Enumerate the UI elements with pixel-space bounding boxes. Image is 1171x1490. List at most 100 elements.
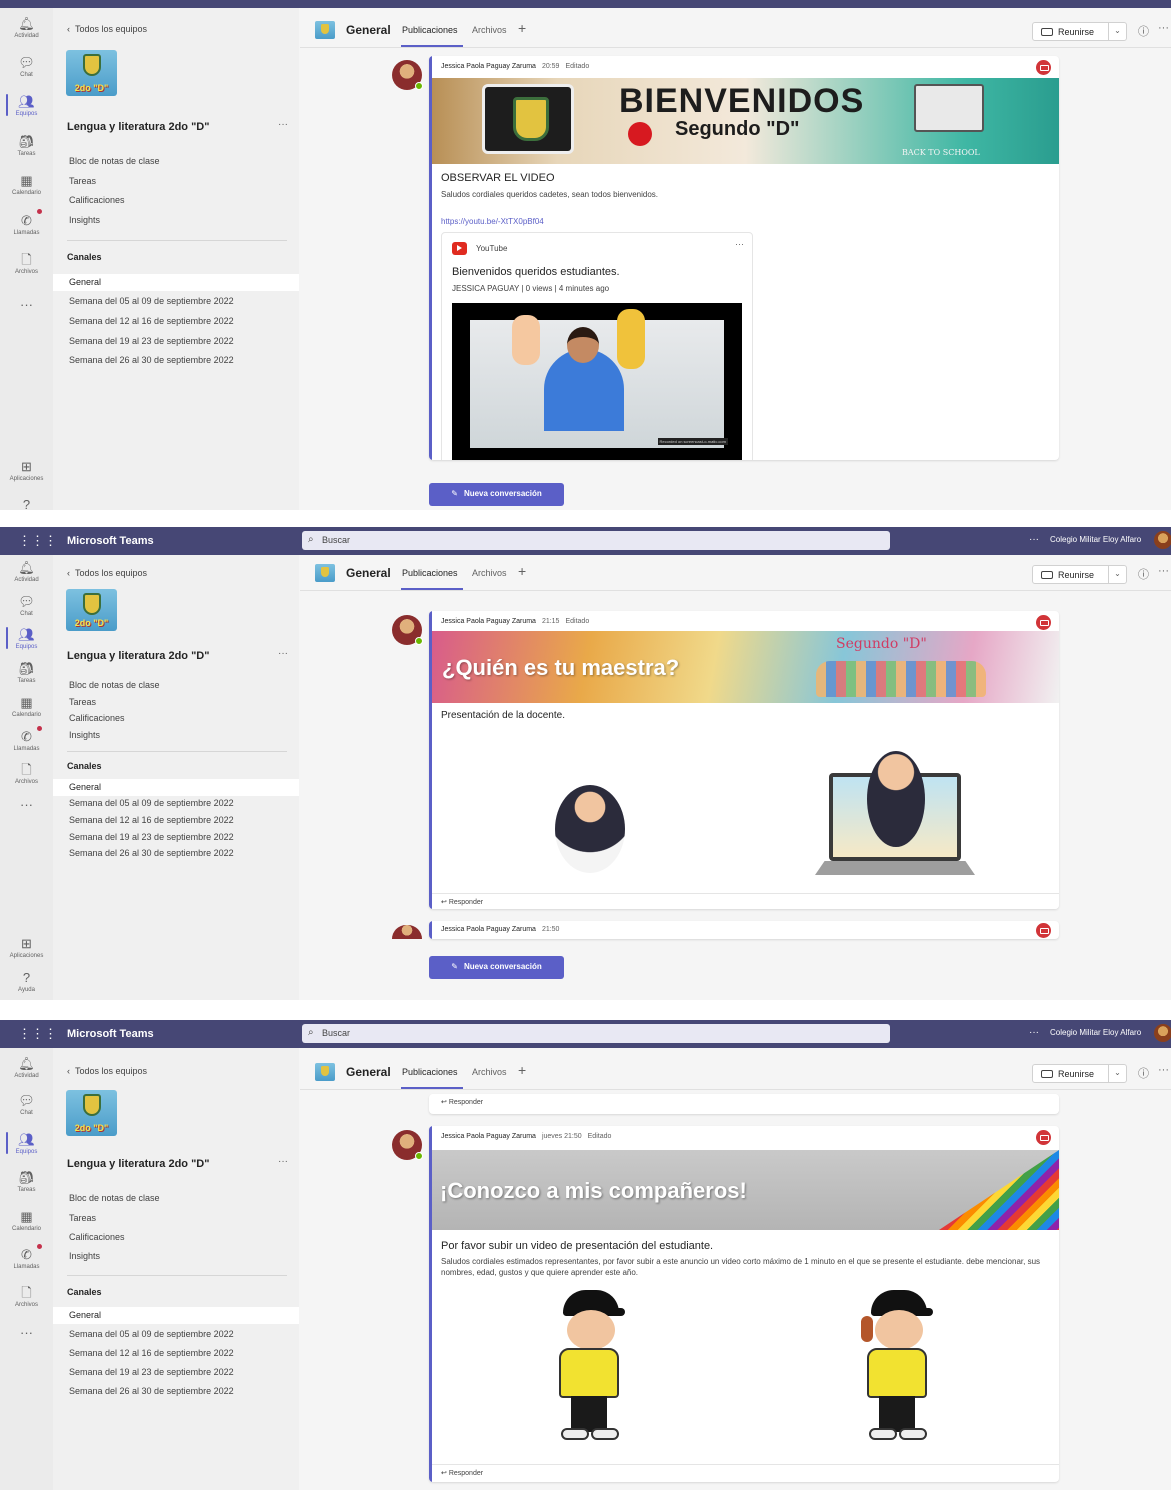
video-link[interactable]: https://youtu.be/-XtTX0pBf04 <box>441 217 544 226</box>
rail-teams[interactable]: 👥︎ Equipos <box>0 1133 53 1156</box>
back-to-teams[interactable]: ‹ Todos los equipos <box>67 1066 147 1076</box>
rail-files[interactable]: 🗋︎ Archivos <box>0 1286 53 1309</box>
new-conversation-button[interactable]: ✎ Nueva conversación <box>429 483 564 506</box>
channel-week-2[interactable]: Semana del 12 al 16 de septiembre 2022 <box>53 313 299 330</box>
search-input[interactable]: ⌕ Buscar <box>302 1024 890 1043</box>
avatar[interactable] <box>392 925 422 939</box>
rail-apps[interactable]: ⊞ Aplicaciones <box>0 937 53 960</box>
add-tab-button[interactable]: + <box>518 563 526 579</box>
rail-more[interactable]: ··· <box>0 798 53 812</box>
team-more-button[interactable]: ··· <box>278 119 288 130</box>
meet-dropdown[interactable]: ⌄ <box>1108 566 1126 583</box>
tab-posts[interactable]: Publicaciones <box>402 1067 458 1077</box>
rail-apps[interactable]: ⊞ Aplicaciones <box>0 460 53 483</box>
team-more-button[interactable]: ··· <box>278 648 288 659</box>
rail-assignments[interactable]: 🎒︎ Tareas <box>0 1171 53 1194</box>
rail-activity[interactable]: 🔔︎ Actividad <box>0 17 53 40</box>
rail-calendar[interactable]: ▦ Calendario <box>0 174 53 197</box>
rail-chat[interactable]: 💬︎ Chat <box>0 1094 53 1117</box>
youtube-preview-card[interactable]: YouTube ··· Bienvenidos queridos estudia… <box>441 232 753 460</box>
grades-link[interactable]: Calificaciones <box>69 195 125 205</box>
avatar[interactable] <box>392 615 423 645</box>
channel-more-button[interactable]: ··· <box>1158 22 1169 34</box>
insights-link[interactable]: Insights <box>69 215 100 225</box>
user-avatar[interactable] <box>1154 1024 1171 1042</box>
channel-week-2[interactable]: Semana del 12 al 16 de septiembre 2022 <box>53 812 299 829</box>
rail-calls[interactable]: ✆ Llamadas <box>0 214 53 237</box>
rail-teams[interactable]: 👥︎ Equipos <box>0 628 53 651</box>
tab-files[interactable]: Archivos <box>472 1067 507 1077</box>
channel-week-3[interactable]: Semana del 19 al 23 de septiembre 2022 <box>53 1364 299 1381</box>
card-more-button[interactable]: ··· <box>735 239 744 249</box>
channel-week-4[interactable]: Semana del 26 al 30 de septiembre 2022 <box>53 1383 299 1400</box>
rail-calls[interactable]: ✆ Llamadas <box>0 730 53 753</box>
insights-link[interactable]: Insights <box>69 1251 100 1261</box>
tab-files[interactable]: Archivos <box>472 568 507 578</box>
tab-files[interactable]: Archivos <box>472 25 507 35</box>
channel-week-2[interactable]: Semana del 12 al 16 de septiembre 2022 <box>53 1345 299 1362</box>
meet-button[interactable]: Reunirse ⌄ <box>1032 1064 1127 1083</box>
search-input[interactable]: ⌕ Buscar <box>302 531 890 550</box>
rail-activity[interactable]: 🔔︎ Actividad <box>0 561 53 584</box>
rail-calls[interactable]: ✆ Llamadas <box>0 1248 53 1271</box>
team-more-button[interactable]: ··· <box>278 1156 288 1167</box>
info-icon[interactable]: ⓘ <box>1138 1065 1149 1081</box>
channel-week-4[interactable]: Semana del 26 al 30 de septiembre 2022 <box>53 352 299 369</box>
rail-files[interactable]: 🗋︎ Archivos <box>0 253 53 276</box>
reply-button[interactable]: ↩ Responder <box>432 1094 1059 1111</box>
rail-more[interactable]: ··· <box>0 1326 53 1340</box>
channel-general[interactable]: General <box>53 1307 299 1324</box>
rail-help[interactable]: ? Ayuda <box>0 971 53 994</box>
rail-teams[interactable]: 👥︎ Equipos <box>0 95 53 118</box>
channel-week-1[interactable]: Semana del 05 al 09 de septiembre 2022 <box>53 1326 299 1343</box>
tab-posts[interactable]: Publicaciones <box>402 568 458 578</box>
avatar[interactable] <box>392 1130 423 1160</box>
meet-dropdown[interactable]: ⌄ <box>1108 1065 1126 1082</box>
organization-name[interactable]: Colegio Militar Eloy Alfaro <box>1050 1028 1141 1037</box>
app-launcher-icon[interactable]: ⋮⋮⋮ <box>18 533 57 549</box>
class-notebook-link[interactable]: Bloc de notas de clase <box>69 1193 160 1203</box>
assignments-link[interactable]: Tareas <box>69 176 96 186</box>
rail-chat[interactable]: 💬︎ Chat <box>0 56 53 79</box>
rail-chat[interactable]: 💬︎ Chat <box>0 595 53 618</box>
user-avatar[interactable] <box>1154 531 1171 549</box>
back-to-teams[interactable]: ‹ Todos los equipos <box>67 24 147 34</box>
rail-assignments[interactable]: 🎒︎ Tareas <box>0 662 53 685</box>
settings-more-button[interactable]: ··· <box>1029 534 1039 545</box>
rail-files[interactable]: 🗋︎ Archivos <box>0 763 53 786</box>
info-icon[interactable]: ⓘ <box>1138 566 1149 582</box>
rail-activity[interactable]: 🔔︎ Actividad <box>0 1057 53 1080</box>
grades-link[interactable]: Calificaciones <box>69 1232 125 1242</box>
organization-name[interactable]: Colegio Militar Eloy Alfaro <box>1050 535 1141 544</box>
grades-link[interactable]: Calificaciones <box>69 713 125 723</box>
rail-calendar[interactable]: ▦ Calendario <box>0 696 53 719</box>
channel-week-4[interactable]: Semana del 26 al 30 de septiembre 2022 <box>53 845 299 862</box>
meet-dropdown[interactable]: ⌄ <box>1108 23 1126 40</box>
insights-link[interactable]: Insights <box>69 730 100 740</box>
class-notebook-link[interactable]: Bloc de notas de clase <box>69 680 160 690</box>
meet-button[interactable]: Reunirse ⌄ <box>1032 565 1127 584</box>
channel-more-button[interactable]: ··· <box>1158 1064 1169 1076</box>
rail-help[interactable]: ? <box>0 498 53 511</box>
settings-more-button[interactable]: ··· <box>1029 1027 1039 1038</box>
reply-button[interactable]: ↩ Responder <box>432 1464 1059 1481</box>
reply-button[interactable]: ↩ Responder <box>432 893 1059 909</box>
rail-more[interactable]: ··· <box>0 298 53 312</box>
info-icon[interactable]: ⓘ <box>1138 23 1149 39</box>
add-tab-button[interactable]: + <box>518 1062 526 1078</box>
channel-week-3[interactable]: Semana del 19 al 23 de septiembre 2022 <box>53 829 299 846</box>
channel-more-button[interactable]: ··· <box>1158 565 1169 577</box>
meet-button[interactable]: Reunirse ⌄ <box>1032 22 1127 41</box>
channel-general[interactable]: General <box>53 779 299 796</box>
avatar[interactable] <box>392 60 423 90</box>
tab-posts[interactable]: Publicaciones <box>402 25 458 35</box>
assignments-link[interactable]: Tareas <box>69 697 96 707</box>
add-tab-button[interactable]: + <box>518 20 526 36</box>
channel-week-1[interactable]: Semana del 05 al 09 de septiembre 2022 <box>53 795 299 812</box>
channel-week-1[interactable]: Semana del 05 al 09 de septiembre 2022 <box>53 293 299 310</box>
channel-week-3[interactable]: Semana del 19 al 23 de septiembre 2022 <box>53 333 299 350</box>
video-thumbnail[interactable]: Recorded on screencast-o-matic.com <box>452 303 742 460</box>
rail-assignments[interactable]: 🎒︎ Tareas <box>0 135 53 158</box>
rail-calendar[interactable]: ▦ Calendario <box>0 1210 53 1233</box>
app-launcher-icon[interactable]: ⋮⋮⋮ <box>18 1026 57 1042</box>
